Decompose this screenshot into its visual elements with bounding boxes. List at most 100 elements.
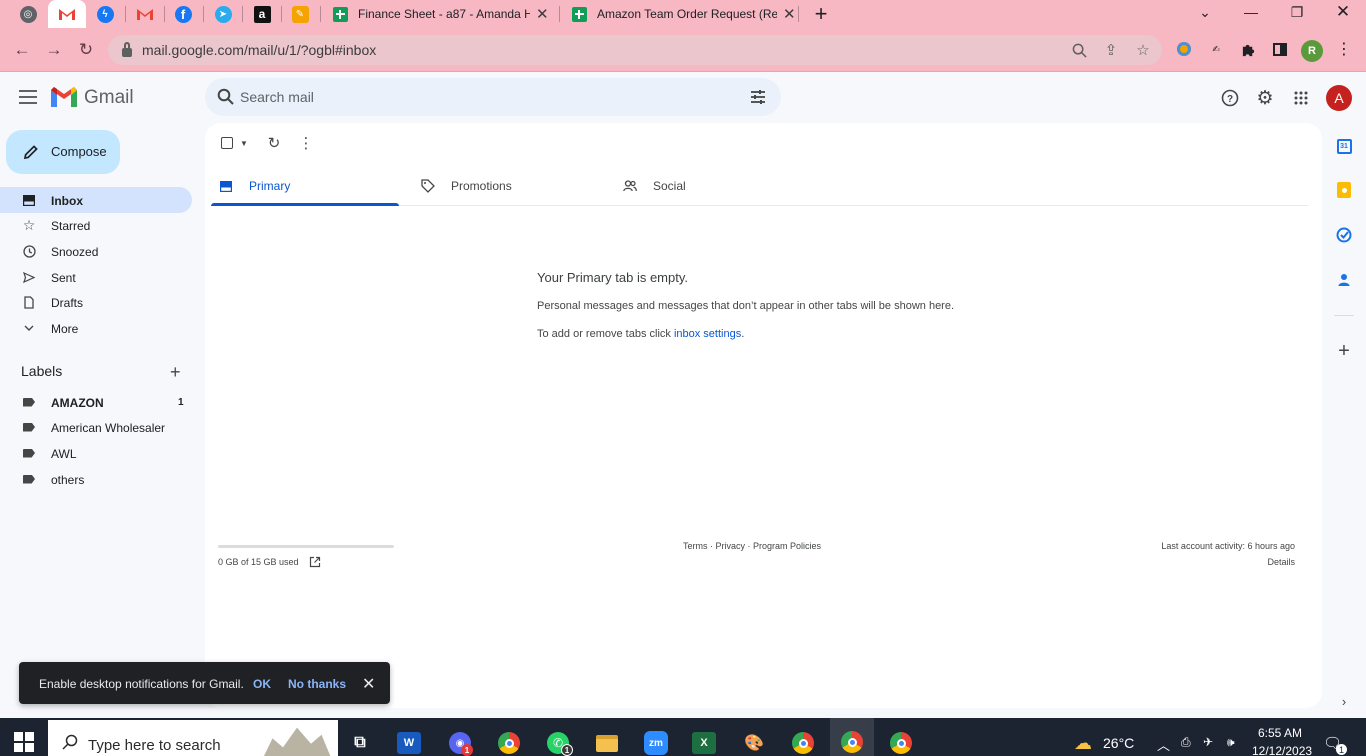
gmail-logo-icon[interactable]	[51, 87, 77, 107]
show-hidden-icons-chevron-icon[interactable]: ︿	[1157, 735, 1170, 754]
label-item-amazon[interactable]: AMAZON 1	[0, 389, 192, 415]
close-tab-icon[interactable]: ✕	[783, 5, 796, 23]
pinned-tab-amazon[interactable]: a	[243, 0, 281, 28]
excel-icon[interactable]: X	[692, 732, 716, 754]
zoom-icon[interactable]	[1070, 41, 1088, 59]
search-options-icon[interactable]	[749, 88, 767, 106]
calendar-icon[interactable]: 31	[1335, 137, 1353, 155]
tab-finance-sheet[interactable]: Finance Sheet - a87 - Amanda H ✕	[333, 0, 549, 28]
extension-signature-icon[interactable]: ✍	[1205, 38, 1227, 60]
snackbar-ok-button[interactable]: OK	[253, 677, 271, 691]
pinned-tab-telegram[interactable]: ➤	[204, 0, 242, 28]
back-button[interactable]: ←	[10, 38, 34, 62]
volume-icon[interactable]: 🕪	[1227, 735, 1235, 750]
browser-profile-avatar[interactable]: R	[1301, 40, 1323, 62]
whatsapp-icon[interactable]: ✆ 1	[545, 730, 573, 756]
nav-item-drafts[interactable]: Drafts	[0, 289, 192, 315]
pinned-tab-messenger[interactable]: ϟ	[86, 0, 124, 28]
activity-details-link[interactable]: Details	[1267, 557, 1295, 567]
pinned-tab-pen-app[interactable]: ✎	[281, 0, 319, 28]
label-item-awl[interactable]: AWL	[0, 440, 192, 466]
clock-date[interactable]: 12/12/2023	[1252, 744, 1312, 756]
weather-temperature[interactable]: 26°C	[1103, 735, 1134, 751]
nav-item-sent[interactable]: Sent	[0, 264, 192, 290]
discord-icon[interactable]: ◉ 1	[447, 730, 473, 756]
refresh-icon[interactable]: ↻	[265, 134, 283, 152]
tab-search-chevron-icon[interactable]: ⌄	[1182, 0, 1228, 24]
snackbar-close-icon[interactable]: ✕	[362, 674, 375, 694]
account-avatar[interactable]: A	[1326, 85, 1352, 111]
weather-cloud-icon[interactable]: ☁	[1070, 730, 1096, 756]
footer-policy-links[interactable]: Terms · Privacy · Program Policies	[683, 541, 821, 551]
reload-button[interactable]: ↻	[74, 38, 98, 62]
address-bar[interactable]: mail.google.com/mail/u/1/?ogbl#inbox ⇪ ☆	[108, 35, 1162, 65]
search-mail-bar[interactable]: Search mail	[205, 78, 781, 116]
inbox-settings-link[interactable]: inbox settings	[674, 328, 741, 340]
chrome-icon[interactable]	[496, 730, 522, 756]
main-menu-icon[interactable]	[19, 89, 37, 105]
restore-button[interactable]: ❐	[1274, 0, 1320, 24]
close-tab-icon[interactable]: ✕	[536, 5, 549, 23]
windows-start-icon[interactable]	[14, 732, 34, 752]
create-label-plus-icon[interactable]: +	[170, 362, 181, 383]
search-icon[interactable]	[217, 88, 235, 106]
forward-button[interactable]: →	[42, 38, 66, 62]
tasks-icon[interactable]	[1335, 226, 1353, 244]
tab-title: Finance Sheet - a87 - Amanda H	[358, 7, 530, 21]
apps-grid-icon[interactable]	[1291, 88, 1311, 108]
taskbar-search-box[interactable]: Type here to search	[48, 720, 338, 756]
more-options-icon[interactable]: ⋮	[297, 134, 315, 152]
pinned-tab-facebook[interactable]: f	[164, 0, 202, 28]
nav-item-more[interactable]: More	[0, 315, 192, 341]
keep-icon[interactable]	[1335, 181, 1353, 199]
search-input[interactable]: Search mail	[240, 89, 314, 105]
tab-primary[interactable]: Primary	[219, 166, 290, 206]
network-icon[interactable]: ⎙	[1181, 735, 1191, 750]
paint-icon[interactable]: 🎨	[741, 730, 767, 756]
wifi-off-icon[interactable]: ✈	[1203, 735, 1213, 749]
side-panel-icon[interactable]	[1269, 38, 1291, 60]
word-icon[interactable]: W	[397, 732, 421, 754]
pinned-tab-web[interactable]: ◎	[9, 0, 47, 28]
extension-circle-icon[interactable]	[1173, 38, 1195, 60]
label-item-american-wholesaler[interactable]: American Wholesaler	[0, 414, 192, 440]
nav-item-snoozed[interactable]: Snoozed	[0, 238, 192, 264]
settings-gear-icon[interactable]: ⚙	[1255, 88, 1275, 109]
browser-menu-icon[interactable]: ⋮	[1333, 38, 1355, 60]
nav-label: Starred	[51, 219, 91, 233]
snackbar-no-thanks-button[interactable]: No thanks	[288, 677, 346, 691]
chrome-active-window-icon[interactable]	[830, 718, 874, 756]
select-all-checkbox[interactable]	[218, 134, 236, 152]
pinned-tab-gmail[interactable]	[48, 0, 86, 28]
help-icon[interactable]: ?	[1220, 88, 1240, 108]
nav-item-starred[interactable]: ☆ Starred	[0, 212, 192, 238]
compose-button[interactable]: Compose	[6, 130, 120, 174]
label-item-others[interactable]: others	[0, 466, 192, 492]
taskbar-search-input[interactable]: Type here to search	[88, 737, 221, 754]
get-addons-plus-icon[interactable]: +	[1335, 340, 1353, 362]
chrome-profile-icon[interactable]	[790, 730, 816, 756]
minimize-button[interactable]: —	[1228, 0, 1274, 24]
close-window-button[interactable]: ✕	[1320, 0, 1366, 24]
chrome-profile-2-icon[interactable]	[888, 730, 914, 756]
zoom-app-icon[interactable]: zm	[643, 730, 669, 756]
open-external-icon[interactable]	[309, 556, 321, 568]
tab-social[interactable]: Social	[623, 166, 686, 206]
side-panel-expand-chevron-icon[interactable]: ›	[1335, 692, 1353, 710]
select-dropdown-icon[interactable]: ▼	[235, 134, 253, 152]
clock-time[interactable]: 6:55 AM	[1258, 726, 1302, 740]
share-icon[interactable]: ⇪	[1102, 41, 1120, 59]
bookmark-star-icon[interactable]: ☆	[1134, 41, 1152, 59]
pinned-tab-gmail-2[interactable]	[126, 0, 164, 28]
globe-icon: ◎	[19, 5, 37, 23]
new-tab-button[interactable]: +	[808, 0, 834, 28]
contacts-icon[interactable]	[1335, 271, 1353, 289]
nav-item-inbox[interactable]: Inbox	[0, 187, 192, 213]
task-view-icon[interactable]: ⧉	[347, 730, 373, 756]
gmail-wordmark[interactable]: Gmail	[84, 87, 134, 109]
tab-amazon-order-request[interactable]: Amazon Team Order Request (Re ✕	[572, 0, 796, 28]
discord-badge: 1	[461, 744, 473, 756]
extensions-puzzle-icon[interactable]	[1237, 38, 1259, 60]
file-explorer-icon[interactable]	[594, 730, 620, 756]
tab-promotions[interactable]: Promotions	[421, 166, 512, 206]
